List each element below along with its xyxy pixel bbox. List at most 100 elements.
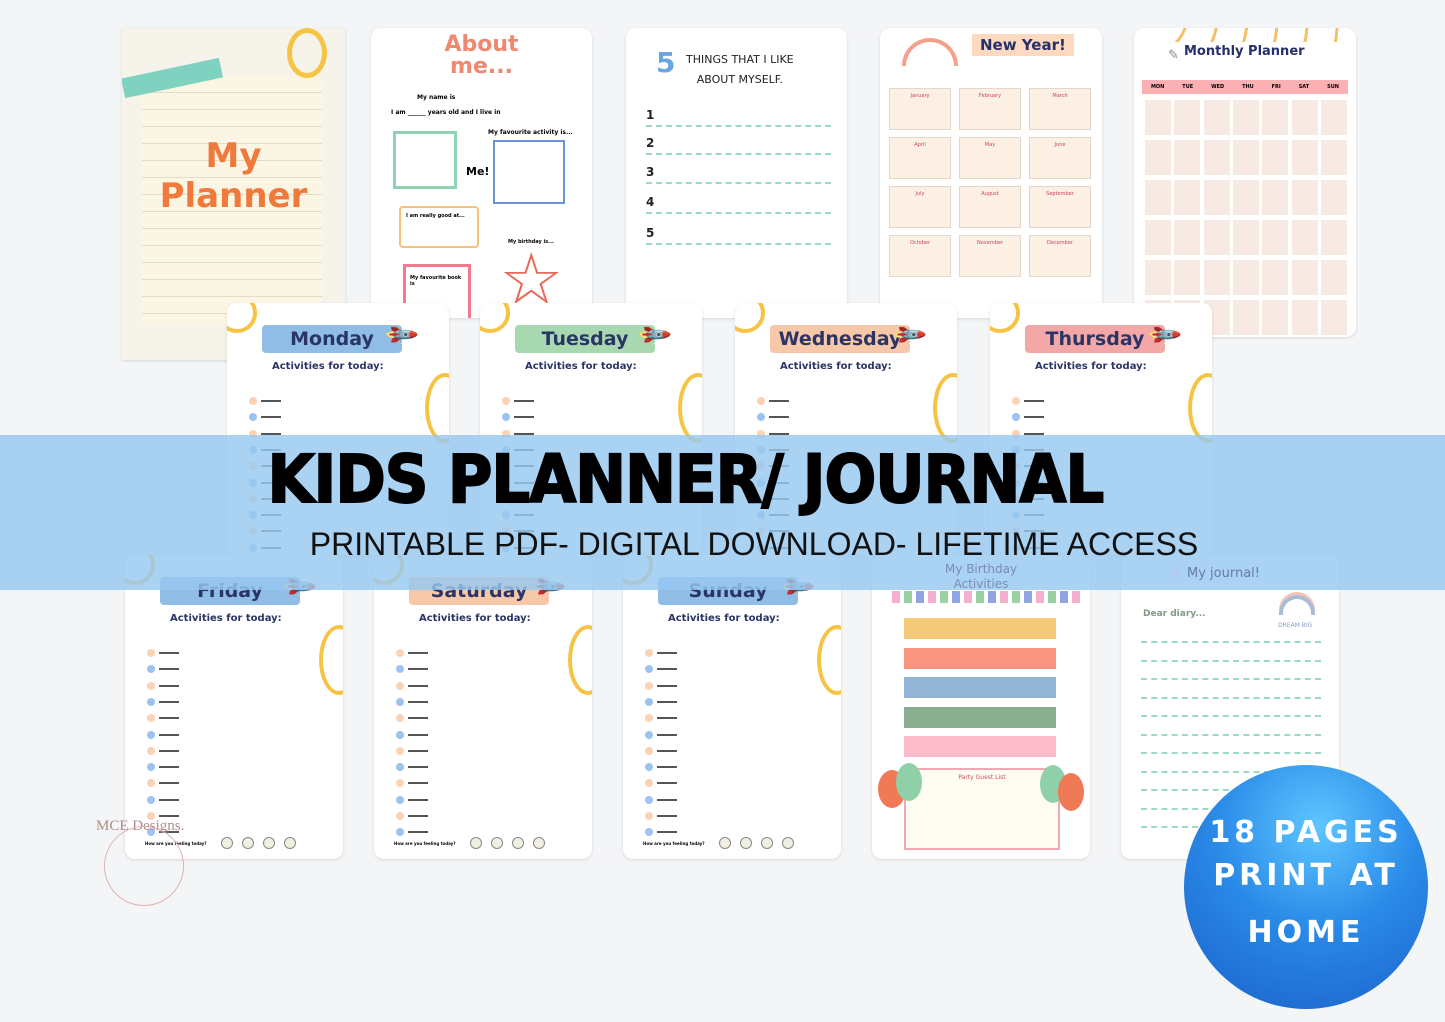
bullet-dot xyxy=(249,397,257,405)
journal-line xyxy=(1141,659,1321,662)
calendar-cell xyxy=(1262,140,1289,175)
activity-placeholder xyxy=(408,782,428,785)
flower-logo-icon xyxy=(104,826,184,906)
calendar-cell xyxy=(1320,300,1347,335)
bullet-dot xyxy=(147,649,155,657)
activities-label: Activities for today: xyxy=(170,613,282,624)
about-me-page-preview: About me... My name is I am ______ years… xyxy=(371,28,592,318)
activities-label: Activities for today: xyxy=(780,361,892,372)
bullet-dot xyxy=(645,665,653,674)
month-label: October xyxy=(909,240,930,246)
calendar-cell xyxy=(1291,300,1318,335)
face-icon xyxy=(263,837,275,849)
day-title: Wednesday xyxy=(770,325,910,353)
calendar-cell xyxy=(1320,100,1347,135)
journal-line xyxy=(1141,641,1321,643)
calendar-cell xyxy=(1291,100,1318,135)
weekday-label: SUN xyxy=(1327,84,1339,90)
bullet-dot xyxy=(396,714,404,723)
activities-label: Activities for today: xyxy=(272,361,384,372)
new-year-page-preview: New Year! January February March April May Ju… xyxy=(880,28,1102,318)
activity-placeholder xyxy=(657,766,677,769)
about-title: About me... xyxy=(371,34,592,78)
activity-placeholder xyxy=(159,782,179,785)
list-number: 4 xyxy=(646,195,655,209)
activities-label: Activities for today: xyxy=(1035,361,1147,372)
dotted-line xyxy=(646,243,831,245)
badge-line1: 18 PAGES xyxy=(1209,815,1403,850)
bullet-dot xyxy=(645,795,653,804)
bullet-dot xyxy=(147,779,155,788)
squiggle-decoration xyxy=(568,625,592,695)
banner-subtitle: PRINTABLE PDF- DIGITAL DOWNLOAD- LIFETIM… xyxy=(309,526,1199,562)
activity-placeholder xyxy=(657,733,677,736)
activity-placeholder xyxy=(408,733,428,736)
name-label: My name is xyxy=(417,94,456,101)
squiggle-decoration xyxy=(817,625,841,695)
day-title: Thursday xyxy=(1025,325,1165,353)
calendar-cell xyxy=(1203,220,1230,255)
bullet-dot xyxy=(396,746,404,755)
face-icon xyxy=(284,837,296,849)
bullet-dot xyxy=(645,681,653,690)
banner-title: KIDS PLANNER/ JOURNAL xyxy=(267,440,1106,519)
squiggle-decoration xyxy=(1134,28,1356,42)
face-icon xyxy=(533,837,545,849)
weekday-label: MON xyxy=(1150,84,1165,90)
dream-big-label: DREAM BIG xyxy=(1278,622,1313,629)
month-box: April xyxy=(889,137,951,179)
calendar-cell xyxy=(1203,100,1230,135)
calendar-cell xyxy=(1320,220,1347,255)
activity-placeholder xyxy=(261,416,281,419)
dotted-line xyxy=(646,212,831,214)
month-box: August xyxy=(959,186,1021,228)
activities-label: Activities for today: xyxy=(668,613,780,624)
activity-placeholder xyxy=(408,700,428,703)
calendar-cell xyxy=(1232,180,1259,215)
squiggle-decoration xyxy=(227,303,257,333)
guest-list-card: Party Guest List xyxy=(904,768,1060,850)
journal-line xyxy=(1141,696,1321,699)
activity-placeholder xyxy=(159,668,179,671)
bullet-dot xyxy=(396,681,404,690)
bullet-dot xyxy=(147,763,155,772)
bullet-dot xyxy=(147,697,155,706)
activity-placeholder xyxy=(159,684,179,687)
bullet-dot xyxy=(1012,413,1020,422)
pages-badge: 18 PAGES PRINT AT HOME xyxy=(1184,765,1428,1009)
squiggle-decoration xyxy=(480,303,510,333)
activity-placeholder xyxy=(514,416,534,419)
bullet-dot xyxy=(645,779,653,788)
bullet-dot xyxy=(502,397,510,405)
activity-placeholder xyxy=(408,668,428,671)
birthday-title-line2: Activities xyxy=(953,577,1009,591)
activity-placeholder xyxy=(657,749,677,752)
rainbow-icon xyxy=(902,38,958,66)
bunting-decoration xyxy=(892,591,1082,603)
calendar-cell xyxy=(1145,260,1171,295)
bullet-dot xyxy=(396,665,404,674)
calendar-cell xyxy=(1232,220,1259,255)
things-title-line1: THINGS THAT I LIKE xyxy=(686,53,794,66)
squiggle-decoration xyxy=(990,303,1020,333)
bullet-dot xyxy=(396,763,404,772)
activity-stripe xyxy=(904,647,1056,669)
journal-title: My journal! xyxy=(1187,566,1260,581)
weekday-label: FRI xyxy=(1271,84,1281,90)
activity-placeholder xyxy=(159,733,179,736)
month-label: November xyxy=(976,240,1003,246)
journal-line xyxy=(1141,752,1321,754)
bullet-dot xyxy=(396,812,404,820)
calendar-cell xyxy=(1320,260,1347,295)
bullet-dot xyxy=(1012,397,1020,405)
calendar-cell xyxy=(1291,260,1318,295)
calendar-cell xyxy=(1291,140,1318,175)
calendar-cell xyxy=(1320,180,1347,215)
activity-placeholder xyxy=(657,684,677,687)
face-icon xyxy=(491,837,503,849)
activity-placeholder xyxy=(657,700,677,703)
squiggle-decoration xyxy=(287,28,327,78)
calendar-cell xyxy=(1262,180,1289,215)
journal-line xyxy=(1141,733,1321,736)
month-box: May xyxy=(959,137,1021,179)
